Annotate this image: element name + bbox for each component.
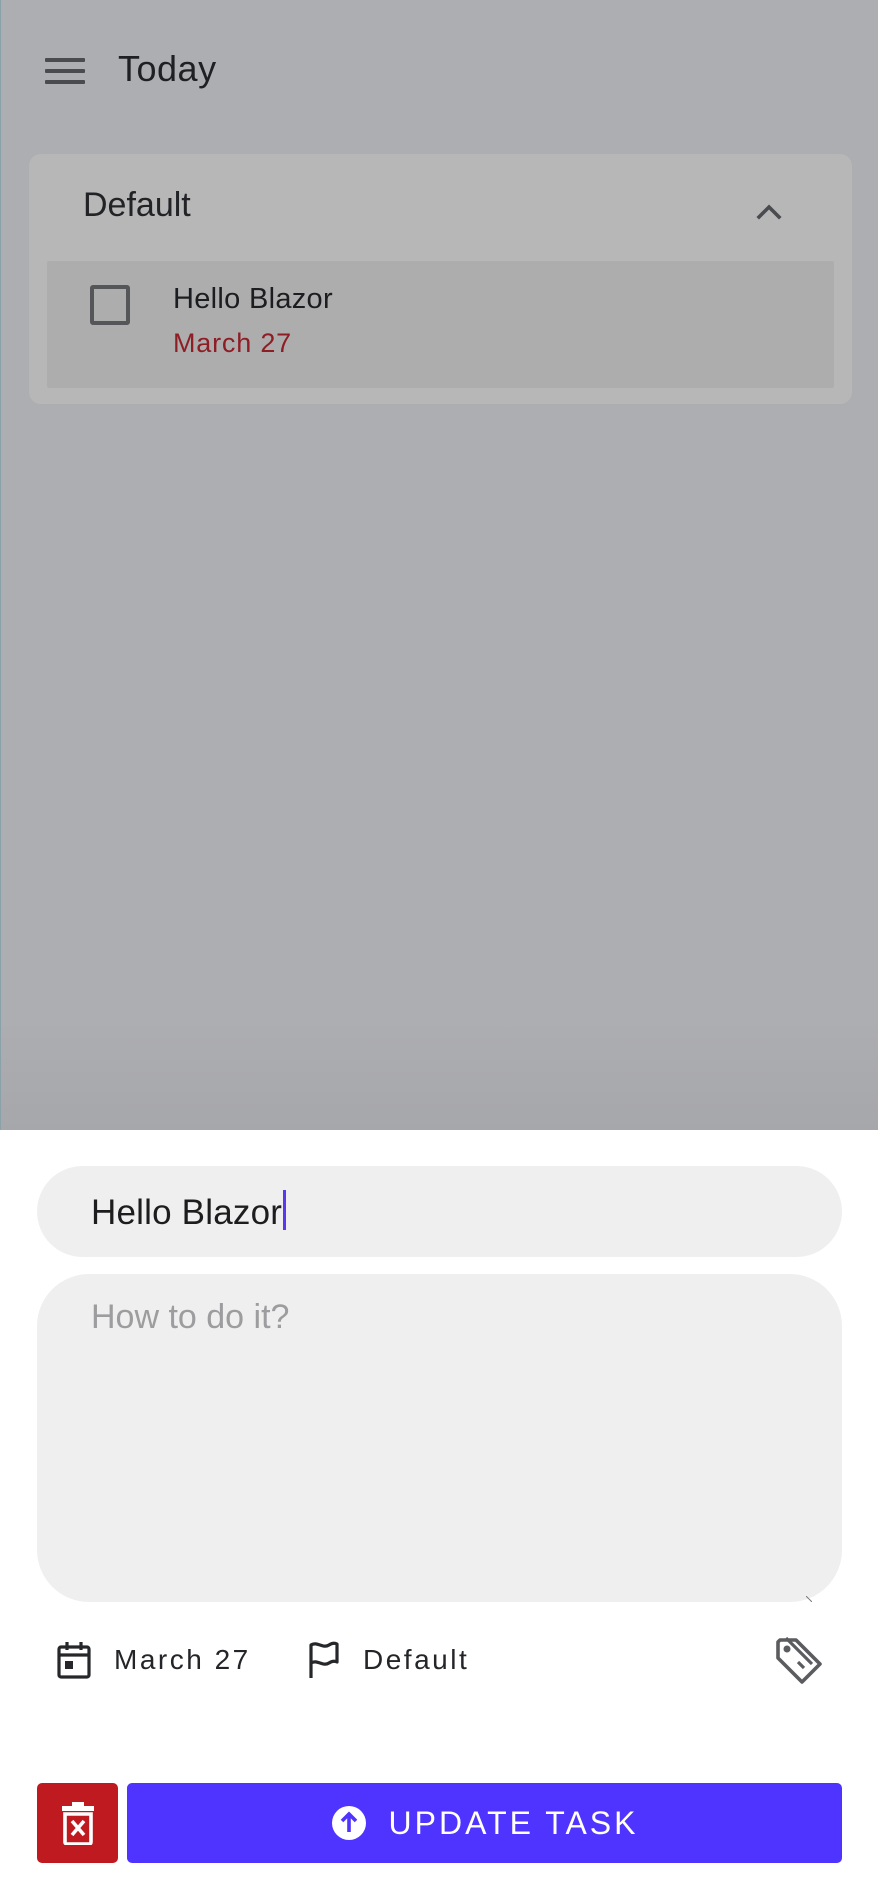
- task-title-input[interactable]: Hello Blazor: [37, 1166, 842, 1257]
- calendar-icon: [57, 1642, 91, 1679]
- update-task-button[interactable]: UPDATE TASK: [127, 1783, 842, 1863]
- task-due-date: March 27: [173, 328, 292, 358]
- task-group-title: Default: [83, 186, 191, 224]
- list-selector-button[interactable]: Default: [307, 1630, 469, 1690]
- task-title-value: Hello Blazor: [91, 1193, 283, 1232]
- chevron-up-icon[interactable]: [756, 198, 782, 224]
- notes-placeholder: How to do it?: [91, 1298, 290, 1336]
- task-group-header[interactable]: Default: [29, 154, 852, 254]
- text-caret: [283, 1190, 287, 1230]
- app-bar: Today: [1, 0, 878, 140]
- trash-x-icon: [61, 1802, 94, 1845]
- hamburger-menu-icon[interactable]: [39, 50, 91, 92]
- task-row[interactable]: [47, 261, 834, 388]
- task-meta-row: March 27 Default: [0, 1630, 878, 1690]
- task-title: Hello Blazor: [173, 283, 333, 315]
- delete-task-button[interactable]: [37, 1783, 118, 1863]
- task-editor-sheet: Hello Blazor How to do it? March 27 Defa…: [0, 1130, 878, 1899]
- resize-grip-icon[interactable]: [806, 1596, 812, 1602]
- due-date-label: March 27: [114, 1644, 251, 1675]
- page-title: Today: [118, 48, 217, 89]
- list-name-label: Default: [363, 1644, 470, 1675]
- task-checkbox[interactable]: [90, 285, 130, 325]
- update-task-label: UPDATE TASK: [388, 1804, 639, 1841]
- arrow-up-circle-icon: [331, 1806, 366, 1840]
- task-notes-textarea[interactable]: How to do it?: [37, 1274, 842, 1602]
- dimmed-backdrop[interactable]: Today Default Hello Blazor March 27: [0, 0, 878, 1130]
- due-date-button[interactable]: March 27: [56, 1630, 251, 1690]
- flag-icon: [309, 1641, 339, 1678]
- tag-icon[interactable]: [772, 1634, 826, 1688]
